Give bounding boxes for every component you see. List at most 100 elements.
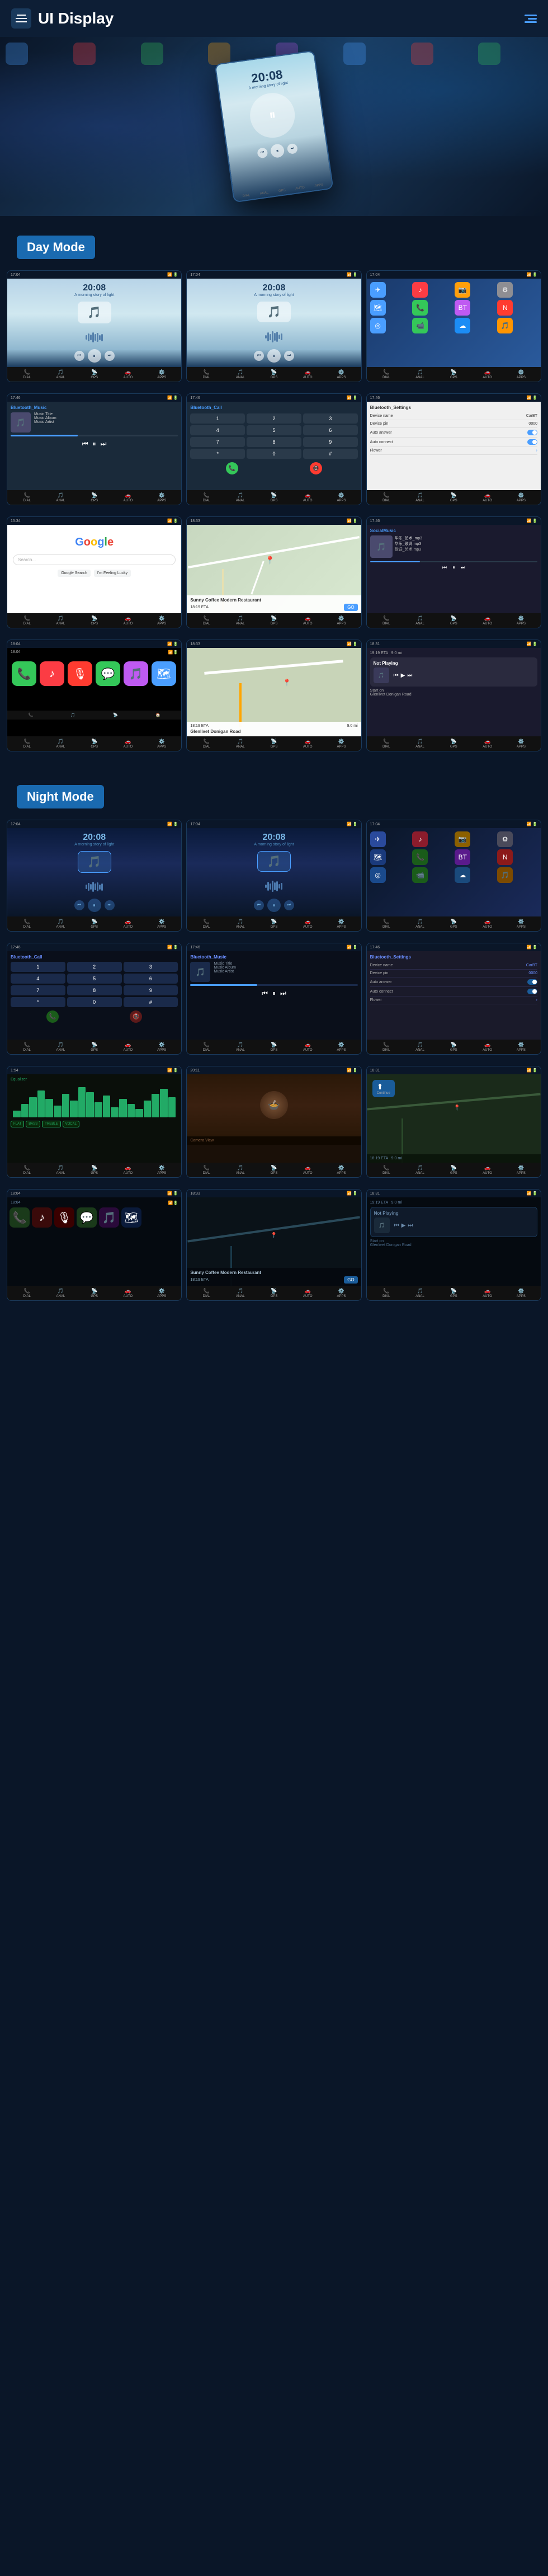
day1-play[interactable]: ⏸ [88, 349, 101, 363]
night1-next[interactable]: ⏭ [105, 900, 115, 910]
night-bt-next[interactable]: ⏭ [280, 989, 286, 998]
key-0[interactable]: 0 [247, 449, 301, 459]
map-go-btn[interactable]: GO [344, 604, 357, 611]
night-cp-msg[interactable]: 💬 [77, 1207, 97, 1228]
night-key-3[interactable]: 3 [124, 962, 178, 972]
night-auto-connect-toggle[interactable] [527, 989, 537, 994]
key-star[interactable]: * [190, 449, 245, 459]
night-app-itunes[interactable]: 🎵 [497, 867, 513, 883]
key-5[interactable]: 5 [247, 425, 301, 435]
night-bt-prev[interactable]: ⏮ [262, 989, 268, 998]
bt-next[interactable]: ⏭ [101, 440, 107, 448]
night-key-4[interactable]: 4 [11, 974, 65, 984]
night-key-7[interactable]: 7 [11, 985, 65, 995]
night-key-1[interactable]: 1 [11, 962, 65, 972]
night-cp-phone[interactable]: 📞 [10, 1207, 30, 1228]
day1-prev[interactable]: ⏮ [74, 351, 84, 361]
key-7[interactable]: 7 [190, 437, 245, 447]
eq-btn-2[interactable]: BASS [26, 1121, 40, 1127]
night-app-weather[interactable]: ☁ [455, 867, 470, 883]
night-cp-podcasts[interactable]: 🎙 [54, 1207, 74, 1228]
night-key-hash[interactable]: # [124, 997, 178, 1007]
menu-icon[interactable] [11, 8, 31, 29]
night-call-end[interactable]: 📵 [130, 1010, 142, 1023]
prev-btn[interactable]: ⏮ [257, 147, 268, 158]
night-key-8[interactable]: 8 [67, 985, 122, 995]
night2-next[interactable]: ⏭ [284, 900, 294, 910]
app-news[interactable]: N [497, 300, 513, 316]
social-play[interactable]: ⏸ [452, 565, 455, 571]
key-3[interactable]: 3 [303, 413, 358, 424]
app-bt[interactable]: BT [455, 300, 470, 316]
app-phone[interactable]: 📞 [412, 300, 428, 316]
call-end[interactable]: 📵 [310, 462, 322, 474]
key-2[interactable]: 2 [247, 413, 301, 424]
night1-prev[interactable]: ⏮ [74, 900, 84, 910]
play-btn[interactable]: ⏸ [270, 143, 285, 158]
bt-play[interactable]: ⏸ [93, 440, 96, 448]
key-hash[interactable]: # [303, 449, 358, 459]
eq-btn-3[interactable]: TREBLE [42, 1121, 60, 1127]
cp-dock-3[interactable]: 📡 [113, 713, 118, 717]
app-facetime[interactable]: 📹 [412, 318, 428, 333]
app-settings[interactable]: ⚙ [497, 282, 513, 298]
google-lucky-btn[interactable]: I'm Feeling Lucky [94, 570, 131, 577]
next-btn[interactable]: ⏭ [287, 143, 298, 154]
np-play[interactable]: ▶ [401, 673, 405, 679]
bt-prev[interactable]: ⏮ [82, 440, 88, 448]
day2-play[interactable]: ⏸ [267, 349, 281, 363]
night-cp-podcast2[interactable]: 🎵 [99, 1207, 119, 1228]
night-call-answer[interactable]: 📞 [46, 1010, 59, 1023]
night-key-9[interactable]: 9 [124, 985, 178, 995]
night-cp-music[interactable]: ♪ [32, 1207, 52, 1228]
cp-phone[interactable]: 📞 [12, 661, 36, 686]
night-key-0[interactable]: 0 [67, 997, 122, 1007]
np-prev[interactable]: ⏮ [394, 673, 399, 679]
night-app-settings[interactable]: ⚙ [497, 831, 513, 847]
night-app-music[interactable]: ♪ [412, 831, 428, 847]
np-next[interactable]: ⏭ [407, 673, 412, 679]
night-auto-answer-toggle[interactable] [527, 979, 537, 985]
google-search-btn[interactable]: Google Search [58, 570, 91, 577]
night-bt-play[interactable]: ⏸ [272, 989, 276, 998]
night-app-facetime[interactable]: 📹 [412, 867, 428, 883]
day2-prev[interactable]: ⏮ [254, 351, 264, 361]
night2-play[interactable]: ⏸ [267, 899, 281, 912]
day1-next[interactable]: ⏭ [105, 351, 115, 361]
google-search-bar[interactable]: Search... [13, 554, 176, 565]
cp-msg[interactable]: 💬 [96, 661, 120, 686]
key-6[interactable]: 6 [303, 425, 358, 435]
key-4[interactable]: 4 [190, 425, 245, 435]
cp-podcasts[interactable]: 🎙 [68, 661, 92, 686]
night-app-phone[interactable]: 📞 [412, 849, 428, 865]
app-telegram[interactable]: ✈ [370, 282, 386, 298]
night-cp-maps[interactable]: 🗺 [121, 1207, 141, 1228]
night-np-play[interactable]: ▶ [401, 1223, 406, 1229]
cp-podcast2[interactable]: 🎵 [124, 661, 148, 686]
key-9[interactable]: 9 [303, 437, 358, 447]
night-app-telegram[interactable]: ✈ [370, 831, 386, 847]
social-prev[interactable]: ⏮ [442, 565, 447, 571]
app-music[interactable]: ♪ [412, 282, 428, 298]
cp-dock-2[interactable]: 🎵 [70, 713, 75, 717]
key-8[interactable]: 8 [247, 437, 301, 447]
app-safari[interactable]: ◎ [370, 318, 386, 333]
eq-btn-1[interactable]: FLAT [11, 1121, 24, 1127]
auto-answer-toggle[interactable] [527, 430, 537, 435]
night-app-bt[interactable]: BT [455, 849, 470, 865]
night-key-5[interactable]: 5 [67, 974, 122, 984]
app-weather[interactable]: ☁ [455, 318, 470, 333]
night-app-news[interactable]: N [497, 849, 513, 865]
app-itunes[interactable]: 🎵 [497, 318, 513, 333]
nav-icon[interactable] [525, 15, 537, 23]
cp-dock-4[interactable]: 🏠 [155, 713, 160, 717]
call-answer[interactable]: 📞 [226, 462, 238, 474]
night-app-maps[interactable]: 🗺 [370, 849, 386, 865]
night-app-photos[interactable]: 📷 [455, 831, 470, 847]
key-1[interactable]: 1 [190, 413, 245, 424]
night-map-go-btn[interactable]: GO [344, 1276, 357, 1284]
night-app-safari[interactable]: ◎ [370, 867, 386, 883]
night2-prev[interactable]: ⏮ [254, 900, 264, 910]
app-photos[interactable]: 📷 [455, 282, 470, 298]
auto-connect-toggle[interactable] [527, 439, 537, 445]
